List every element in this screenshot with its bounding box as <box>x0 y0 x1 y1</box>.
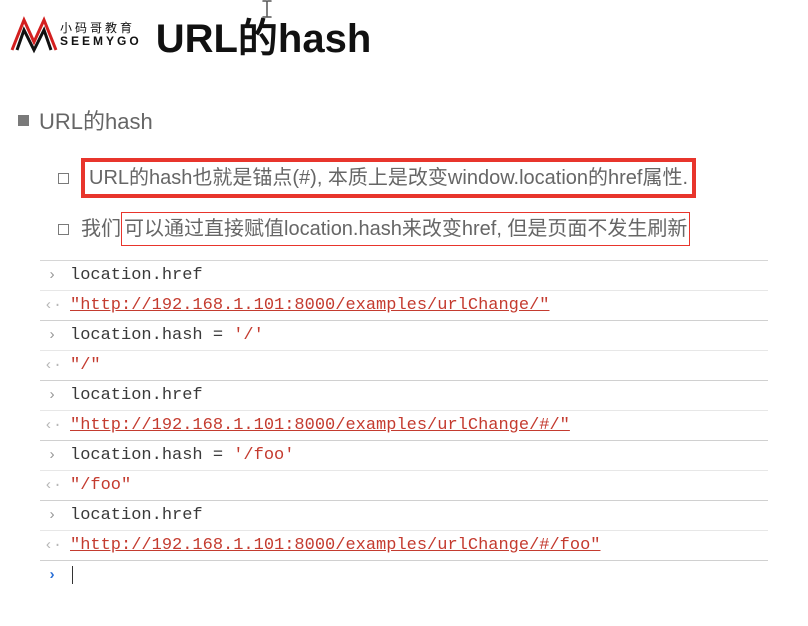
console-input-row: › location.hash = '/' <box>40 321 768 351</box>
chevron-left-icon: ‹· <box>44 477 60 494</box>
chevron-left-icon: ‹· <box>44 537 60 554</box>
console-output-string: "http://192.168.1.101:8000/examples/urlC… <box>70 416 570 435</box>
chevron-left-icon: ‹· <box>44 357 60 374</box>
content-area: URL的hash URL的hash也就是锚点(#), 本质上是改变window.… <box>0 74 808 589</box>
bullet-text-highlighted: URL的hash也就是锚点(#), 本质上是改变window.location的… <box>81 158 696 198</box>
bullet-square-outline-icon <box>58 224 69 235</box>
console-code: location.hash = '/' <box>70 326 264 345</box>
list-item: 我们可以通过直接赋值location.hash来改变href, 但是页面不发生刷… <box>58 212 790 246</box>
console-input-row: › location.hash = '/foo' <box>40 441 768 471</box>
console-output-string: "http://192.168.1.101:8000/examples/urlC… <box>70 536 601 555</box>
console-panel: › location.href ‹· "http://192.168.1.101… <box>40 260 768 589</box>
console-prompt-row[interactable]: › <box>40 561 768 589</box>
section-heading-row: URL的hash <box>18 104 790 136</box>
brand-logo: 小码哥教育 SEEMYGO <box>10 16 142 54</box>
console-code: location.href <box>70 266 203 285</box>
bullet-list: URL的hash也就是锚点(#), 本质上是改变window.location的… <box>18 158 790 246</box>
bullet-prefix: 我们 <box>81 218 121 240</box>
text-cursor-icon <box>72 566 73 584</box>
console-output-row: ‹· "http://192.168.1.101:8000/examples/u… <box>40 291 768 321</box>
console-input-row: › location.href <box>40 501 768 531</box>
console-output-string: "/" <box>70 356 101 375</box>
console-code-lhs: location.hash = <box>70 446 233 465</box>
console-code: location.href <box>70 506 203 525</box>
console-code: location.hash = '/foo' <box>70 446 294 465</box>
list-item: URL的hash也就是锚点(#), 本质上是改变window.location的… <box>58 158 790 198</box>
console-output-row: ‹· "/" <box>40 351 768 381</box>
console-output-row: ‹· "http://192.168.1.101:8000/examples/u… <box>40 411 768 441</box>
bullet-square-outline-icon <box>58 173 69 184</box>
console-code-rhs: '/' <box>233 326 264 345</box>
brand-logo-mark <box>10 16 58 54</box>
chevron-left-icon: ‹· <box>44 297 60 314</box>
chevron-left-icon: ‹· <box>44 417 60 434</box>
section-heading: URL的hash <box>39 104 153 136</box>
console-code-rhs: '/foo' <box>233 446 294 465</box>
console-output-row: ‹· "http://192.168.1.101:8000/examples/u… <box>40 531 768 561</box>
console-code: location.href <box>70 386 203 405</box>
chevron-right-icon: › <box>44 447 60 464</box>
console-input-row: › location.href <box>40 381 768 411</box>
chevron-right-icon: › <box>44 567 60 584</box>
console-output-string: "/foo" <box>70 476 131 495</box>
console-code-lhs: location.hash = <box>70 326 233 345</box>
bullet-text-highlighted: 可以通过直接赋值location.hash来改变href, 但是页面不发生刷新 <box>121 212 690 246</box>
chevron-right-icon: › <box>44 507 60 524</box>
chevron-right-icon: › <box>44 387 60 404</box>
console-output-string: "http://192.168.1.101:8000/examples/urlC… <box>70 296 549 315</box>
text-caret-icon <box>260 0 274 18</box>
bullet-text: 我们可以通过直接赋值location.hash来改变href, 但是页面不发生刷… <box>81 212 690 246</box>
console-input-row: › location.href <box>40 261 768 291</box>
slide-header: 小码哥教育 SEEMYGO URL的hash <box>0 0 808 74</box>
chevron-right-icon: › <box>44 267 60 284</box>
bullet-square-filled-icon <box>18 115 29 126</box>
chevron-right-icon: › <box>44 327 60 344</box>
brand-logo-en: SEEMYGO <box>60 35 142 48</box>
brand-logo-text: 小码哥教育 SEEMYGO <box>60 22 142 47</box>
console-output-row: ‹· "/foo" <box>40 471 768 501</box>
